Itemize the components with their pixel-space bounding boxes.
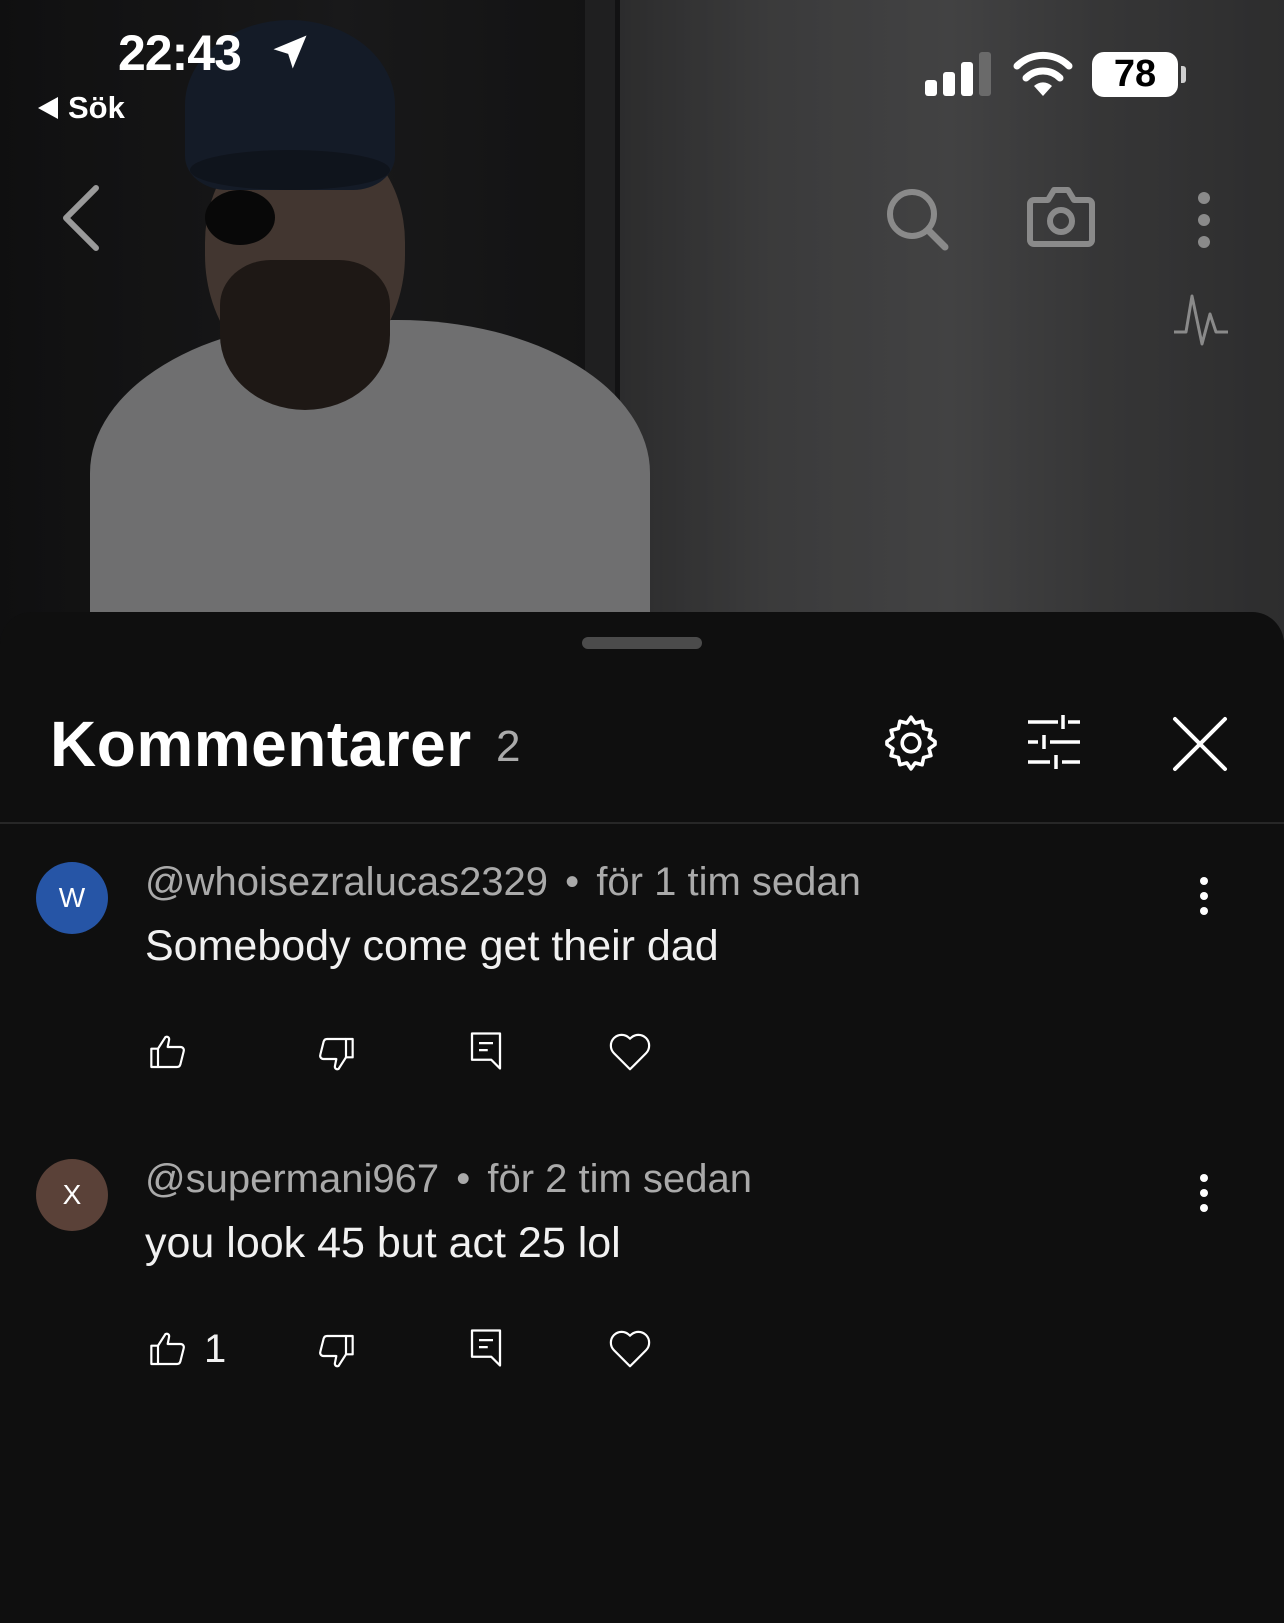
meta-separator: • bbox=[565, 860, 580, 904]
sliders-icon[interactable] bbox=[1024, 714, 1084, 770]
search-icon[interactable] bbox=[884, 186, 950, 252]
reply-icon[interactable] bbox=[468, 1030, 504, 1072]
comment-author[interactable]: @whoisezralucas2329 bbox=[145, 860, 548, 904]
meta-separator: • bbox=[456, 1157, 471, 1201]
pulse-icon[interactable] bbox=[1172, 292, 1230, 348]
thumbs-down-icon[interactable] bbox=[316, 1331, 356, 1371]
comment-item: W @whoisezralucas2329 • för 1 tim sedan … bbox=[0, 838, 1284, 1118]
status-time: 22:43 bbox=[118, 25, 242, 81]
more-vertical-icon[interactable] bbox=[1192, 190, 1216, 250]
header-divider bbox=[0, 822, 1284, 824]
back-to-app-link[interactable]: Sök bbox=[38, 90, 125, 126]
battery-indicator: 78 bbox=[1092, 52, 1178, 97]
like-count: 1 bbox=[204, 1327, 227, 1371]
comments-sheet: Kommentarer 2 W @whoisezralucas2329 • fö… bbox=[0, 612, 1284, 1623]
comment-item: X @supermani967 • för 2 tim sedan you lo… bbox=[0, 1135, 1284, 1415]
sheet-drag-handle[interactable] bbox=[582, 637, 702, 649]
comment-author[interactable]: @supermani967 bbox=[145, 1157, 439, 1201]
comment-time: för 1 tim sedan bbox=[596, 860, 861, 904]
close-icon[interactable] bbox=[1172, 716, 1228, 772]
wifi-icon bbox=[1013, 51, 1073, 96]
location-arrow-icon bbox=[273, 35, 307, 69]
comments-count: 2 bbox=[496, 722, 521, 771]
avatar[interactable]: X bbox=[36, 1159, 108, 1231]
battery-percent: 78 bbox=[1113, 53, 1157, 95]
heart-icon[interactable] bbox=[608, 1032, 652, 1072]
comment-text: you look 45 but act 25 lol bbox=[145, 1219, 621, 1267]
back-app-label: Sök bbox=[68, 90, 125, 125]
comment-more-icon[interactable] bbox=[1196, 1173, 1212, 1213]
comments-title: Kommentarer bbox=[50, 708, 472, 780]
reply-icon[interactable] bbox=[468, 1327, 504, 1369]
comment-more-icon[interactable] bbox=[1196, 876, 1212, 916]
heart-icon[interactable] bbox=[608, 1329, 652, 1369]
comment-time: för 2 tim sedan bbox=[487, 1157, 752, 1201]
camera-icon[interactable] bbox=[1026, 184, 1096, 248]
comment-meta: @supermani967 • för 2 tim sedan bbox=[145, 1157, 752, 1202]
battery-tip bbox=[1181, 66, 1186, 83]
avatar[interactable]: W bbox=[36, 862, 108, 934]
thumbs-down-icon[interactable] bbox=[316, 1034, 356, 1074]
cellular-signal-icon bbox=[925, 52, 991, 96]
back-triangle-icon bbox=[38, 97, 58, 119]
gear-icon[interactable] bbox=[880, 712, 942, 774]
thumbs-up-icon[interactable] bbox=[148, 1329, 188, 1369]
chevron-left-icon[interactable] bbox=[56, 182, 106, 254]
comment-meta: @whoisezralucas2329 • för 1 tim sedan bbox=[145, 860, 861, 905]
comment-text: Somebody come get their dad bbox=[145, 922, 719, 970]
thumbs-up-icon[interactable] bbox=[148, 1032, 188, 1072]
